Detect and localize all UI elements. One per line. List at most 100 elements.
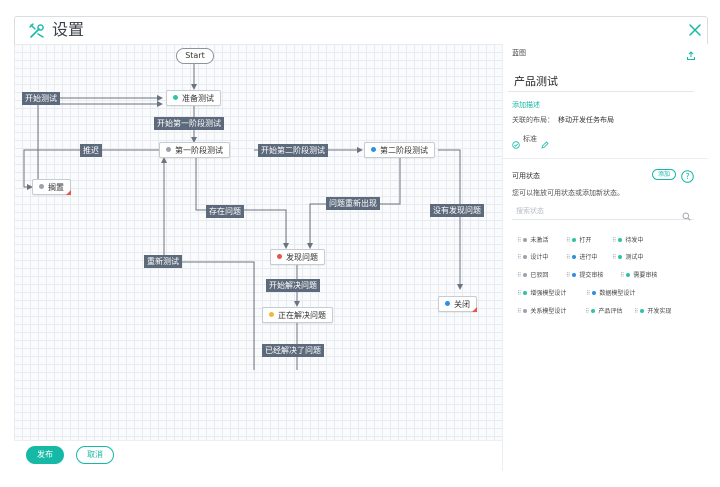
start-node[interactable]: Start [176, 48, 214, 64]
status-dot [39, 184, 44, 189]
drag-handle-icon[interactable]: ⠿ [586, 290, 591, 297]
drag-handle-icon[interactable]: ⠿ [566, 254, 571, 261]
drag-handle-icon[interactable]: ⠿ [620, 272, 625, 279]
available-status-title: 可用状态 [512, 172, 540, 180]
status-chip[interactable]: ⠿ 产品评估 [585, 307, 622, 316]
status-chip[interactable]: ⠿ 开发实现 [634, 307, 671, 316]
status-chip-label: 关系模型设计 [530, 308, 567, 315]
panel-divider [502, 158, 708, 159]
status-chip[interactable]: ⠿ 提交审核 [566, 271, 603, 280]
status-dot [523, 290, 528, 295]
status-dot [523, 308, 528, 313]
drag-handle-icon[interactable]: ⠿ [566, 272, 571, 279]
transition-retest[interactable]: 重新测试 [144, 255, 182, 268]
transition-start-solving[interactable]: 开始解决问题 [266, 279, 320, 292]
status-dot [572, 254, 577, 259]
status-dot [523, 237, 528, 242]
drag-handle-icon[interactable]: ⠿ [517, 308, 522, 315]
edit-icon[interactable] [541, 134, 549, 149]
workflow-canvas[interactable]: Start 准备测试 搁置 第一阶段测试 第二阶段测试 发现问题 正在解决问题 … [14, 44, 502, 440]
drag-handle-icon[interactable]: ⠿ [585, 308, 590, 315]
status-chip-label: 需要审核 [633, 272, 658, 279]
search-icon[interactable] [682, 206, 691, 221]
drag-handle-icon[interactable]: ⠿ [612, 237, 617, 244]
status-dot [371, 147, 376, 152]
transition-no-issue[interactable]: 没有发现问题 [430, 204, 484, 217]
related-layout-label: 关联的布局： [512, 116, 554, 124]
status-dot [591, 308, 596, 313]
workflow-name-field[interactable]: 产品测试 [508, 72, 694, 92]
drag-handle-icon[interactable]: ⠿ [517, 254, 522, 261]
transition-begin-phase1[interactable]: 开始第一阶段测试 [154, 117, 224, 130]
drag-handle-icon[interactable]: ⠿ [612, 254, 617, 261]
status-hint: 您可以拖放可用状态或添加新状态。 [512, 189, 624, 197]
help-icon[interactable]: ? [681, 168, 694, 183]
status-chip-label: 进行中 [579, 254, 598, 261]
status-dot [618, 254, 623, 259]
status-chip[interactable]: ⠿ 已驳回 [517, 271, 548, 280]
drag-handle-icon[interactable]: ⠿ [566, 237, 571, 244]
status-chip[interactable]: ⠿ 设计中 [517, 253, 548, 262]
add-status-button[interactable]: 添加 [652, 169, 676, 180]
node-label: 第一阶段测试 [175, 146, 223, 155]
transition-start-test[interactable]: 开始测试 [22, 92, 60, 105]
status-dot [626, 272, 631, 277]
status-dot [166, 147, 171, 152]
status-dot [572, 272, 577, 277]
node-phase2-test[interactable]: 第二阶段测试 [364, 142, 435, 158]
transition-solved[interactable]: 已经解决了问题 [262, 344, 324, 357]
export-icon[interactable] [686, 46, 696, 60]
node-solving-issue[interactable]: 正在解决问题 [262, 307, 333, 323]
cancel-button[interactable]: 取消 [76, 446, 114, 464]
resize-handle[interactable] [472, 307, 477, 312]
publish-button[interactable]: 发布 [26, 446, 64, 464]
transition-issue-reappear[interactable]: 问题重新出现 [326, 197, 380, 210]
start-label: Start [185, 51, 205, 60]
status-dot [445, 301, 450, 306]
transition-begin-phase2[interactable]: 开始第二阶段测试 [258, 144, 328, 157]
status-chip[interactable]: ⠿ 打开 [566, 236, 591, 245]
node-phase1-test[interactable]: 第一阶段测试 [159, 142, 230, 158]
node-prepare-test[interactable]: 准备测试 [166, 90, 221, 106]
drag-handle-icon[interactable]: ⠿ [517, 237, 522, 244]
drag-handle-icon[interactable]: ⠿ [634, 308, 639, 315]
dialog-title: 设置 [52, 20, 85, 39]
status-chip[interactable]: ⠿ 待发中 [612, 236, 643, 245]
status-dot [269, 312, 274, 317]
status-chip-label: 数据模型设计 [599, 290, 636, 297]
add-description-link[interactable]: 添加描述 [512, 100, 540, 110]
status-chip[interactable]: ⠿ 增强模型设计 [517, 289, 566, 298]
status-chip[interactable]: ⠿ 需要审核 [620, 271, 657, 280]
node-label: 搁置 [48, 183, 64, 192]
status-chip[interactable]: ⠿ 测试中 [612, 253, 643, 262]
status-chip[interactable]: ⠿ 进行中 [566, 253, 597, 262]
node-found-issue[interactable]: 发现问题 [270, 249, 325, 265]
node-label: 第二阶段测试 [380, 146, 428, 155]
resize-handle[interactable] [66, 190, 71, 195]
close-icon[interactable] [688, 22, 702, 36]
status-chip[interactable]: ⠿ 关系模型设计 [517, 307, 566, 316]
transition-postpone[interactable]: 推迟 [80, 144, 102, 157]
node-closed[interactable]: 关闭 [438, 296, 477, 312]
drag-handle-icon[interactable]: ⠿ [517, 272, 522, 279]
check-circle-icon [512, 134, 520, 149]
status-chip-label: 打开 [579, 237, 592, 244]
status-chip[interactable]: ⠿ 未激活 [517, 236, 548, 245]
status-chip-label: 提交审核 [579, 272, 604, 279]
node-shelved[interactable]: 搁置 [32, 179, 71, 195]
status-dot [572, 237, 577, 242]
status-dot [592, 290, 597, 295]
status-chip[interactable]: ⠿ 数据模型设计 [586, 289, 635, 298]
status-chip-label: 待发中 [625, 237, 644, 244]
node-label: 正在解决问题 [278, 311, 326, 320]
transition-has-issue[interactable]: 存在问题 [206, 205, 244, 218]
standard-label: 标准 [523, 135, 537, 143]
status-chip-label: 已驳回 [530, 272, 549, 279]
status-chip-label: 设计中 [530, 254, 549, 261]
status-search-input[interactable] [512, 205, 680, 217]
node-label: 关闭 [454, 300, 470, 309]
status-chip-label: 未激活 [530, 237, 549, 244]
workflow-connectors [23, 64, 463, 370]
drag-handle-icon[interactable]: ⠿ [517, 290, 522, 297]
related-layout-value: 移动开发任务布局 [558, 116, 614, 124]
